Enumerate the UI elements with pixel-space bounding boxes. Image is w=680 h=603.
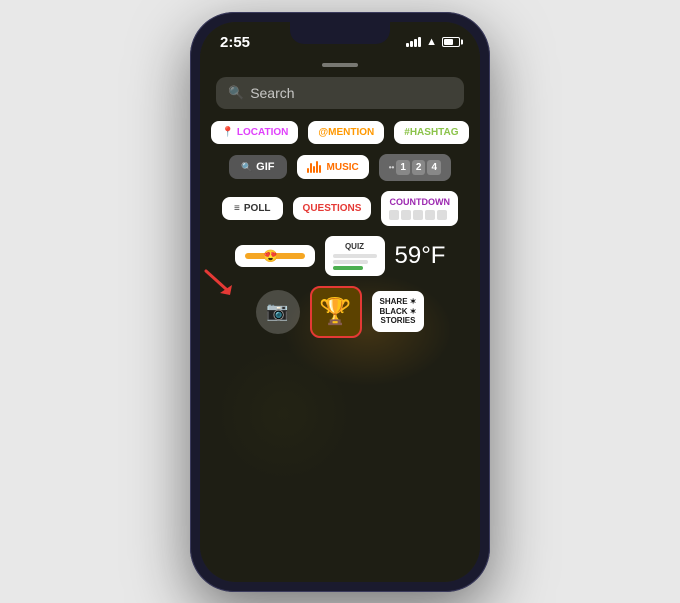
location-icon: 📍 — [221, 127, 233, 138]
sticker-mention[interactable]: @MENTION — [308, 121, 384, 144]
share-line-1: SHARE ✶ — [380, 297, 417, 307]
drag-handle — [322, 63, 358, 67]
counter-digit-1: 1 — [396, 160, 410, 175]
sticker-row-1: 📍 LOCATION @MENTION #HASHTAG — [210, 121, 470, 144]
status-icons: ▲ — [406, 36, 460, 48]
questions-label: QUESTIONS — [303, 203, 362, 214]
sticker-hashtag[interactable]: #HASHTAG — [394, 121, 468, 144]
countdown-boxes — [389, 210, 450, 220]
counter-digit-3: 4 — [427, 160, 441, 175]
badge-emoji: 🏆 — [319, 296, 351, 327]
music-label: MUSIC — [327, 162, 359, 173]
sticker-counter[interactable]: •• 1 2 4 — [379, 154, 451, 181]
sticker-slider[interactable]: 😍 — [235, 245, 315, 267]
sticker-row-5: 📷 🏆 SHARE ✶ BLACK ✶ STORIES — [210, 286, 470, 344]
poll-icon: ≡ — [234, 203, 240, 214]
location-label: LOCATION — [237, 127, 288, 138]
search-placeholder: Search — [250, 85, 294, 101]
poll-label: POLL — [244, 203, 271, 214]
sticker-badge-highlighted[interactable]: 🏆 — [310, 286, 362, 338]
counter-digit-2: 2 — [412, 160, 426, 175]
sticker-music[interactable]: MUSIC — [297, 155, 369, 179]
quiz-title: QUIZ — [333, 242, 377, 251]
sticker-share-black-stories[interactable]: SHARE ✶ BLACK ✶ STORIES — [372, 291, 425, 332]
arrow-indicator — [202, 267, 238, 302]
slider-track: 😍 — [245, 253, 305, 259]
wifi-icon: ▲ — [426, 36, 437, 48]
gif-search-icon: 🔍 — [241, 162, 252, 173]
phone-screen: 2:55 ▲ 🔍 Search — [200, 22, 480, 582]
sticker-row-2: 🔍 GIF MUSIC •• 1 2 — [210, 154, 470, 181]
gif-label: GIF — [256, 161, 274, 173]
search-icon: 🔍 — [228, 85, 244, 101]
hashtag-label: #HASHTAG — [404, 127, 458, 138]
signal-icon — [406, 37, 421, 47]
share-line-3: STORIES — [380, 316, 417, 326]
sticker-row-3: ≡ POLL QUESTIONS COUNTDOWN — [210, 191, 470, 226]
share-line-2: BLACK ✶ — [380, 307, 417, 317]
sticker-countdown[interactable]: COUNTDOWN — [381, 191, 458, 226]
sticker-row-4: 😍 QUIZ 59°F — [210, 236, 470, 276]
sticker-quiz[interactable]: QUIZ — [325, 236, 385, 276]
red-arrow-icon — [202, 267, 238, 297]
counter-dots: •• — [389, 163, 395, 172]
status-time: 2:55 — [220, 34, 250, 51]
quiz-lines — [333, 254, 377, 270]
sticker-questions[interactable]: QUESTIONS — [293, 197, 372, 220]
slider-thumb-emoji: 😍 — [263, 248, 279, 264]
search-bar[interactable]: 🔍 Search — [216, 77, 464, 109]
countdown-label: COUNTDOWN — [389, 197, 450, 207]
mention-label: @MENTION — [318, 127, 374, 138]
music-bars-icon — [307, 161, 321, 173]
camera-button[interactable]: 📷 — [256, 290, 300, 334]
stickers-grid: 📍 LOCATION @MENTION #HASHTAG 🔍 GIF — [200, 119, 480, 582]
sticker-temperature[interactable]: 59°F — [395, 242, 446, 270]
phone-notch — [290, 22, 390, 44]
phone-frame: 2:55 ▲ 🔍 Search — [190, 12, 490, 592]
battery-icon — [442, 37, 460, 47]
camera-icon: 📷 — [266, 301, 288, 322]
sticker-location[interactable]: 📍 LOCATION — [211, 121, 298, 144]
sticker-poll[interactable]: ≡ POLL — [222, 197, 283, 220]
sticker-gif[interactable]: 🔍 GIF — [229, 155, 287, 179]
